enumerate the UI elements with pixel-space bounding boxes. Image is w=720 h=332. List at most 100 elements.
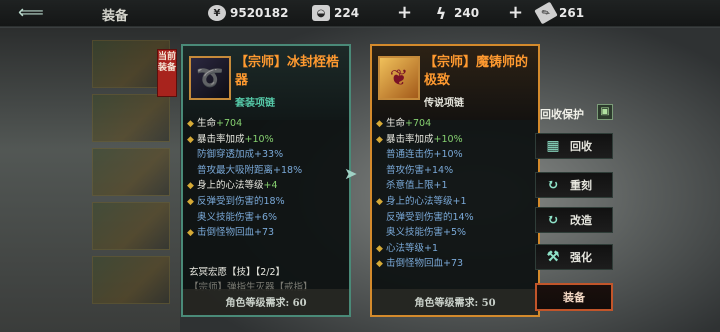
top-bar: ⟸ 装备 ¥ 9520182 ◒ 224 + ϟ 240 + ✎ 261 — [0, 0, 720, 27]
attribute-mark-icon: ◆ — [187, 134, 194, 145]
stat-name: 击倒怪物回血 — [197, 227, 255, 239]
stat-line: ◆ 击倒怪物回血+73 — [187, 225, 347, 241]
stat-name: 生命 — [386, 118, 406, 129]
stat-line: ◆ 身上的心法等级+4 — [187, 178, 347, 194]
equipment-slot[interactable] — [92, 148, 170, 196]
add-energy-button[interactable]: + — [508, 2, 523, 23]
stat-value: +73 — [254, 227, 275, 239]
current-item-card: ➰ 【宗师】冰封桎梏器 套装项链 ◆ 生命+704 ◆ 暴击率加成+10% 防御穿透加成… — [181, 44, 351, 317]
level-requirement: 角色等级需求: 50 — [414, 298, 496, 309]
stat-line: ◆ 暴击率加成+10% — [187, 132, 347, 148]
stat-name: 暴击率加成 — [386, 133, 434, 145]
stat-line: ◆ 身上的心法等级+1 — [376, 194, 536, 210]
stat-name: 身上的心法等级 — [386, 195, 453, 207]
stat-line: 奥义技能伤害+6% — [187, 210, 347, 226]
stat-line: 防御穿透加成+33% — [187, 147, 347, 163]
stat-name: 奥义技能伤害 — [386, 227, 444, 239]
equipment-slot[interactable] — [92, 256, 170, 304]
reforge-button[interactable]: ↻ 重刻 — [535, 172, 613, 198]
refresh-icon: ↻ — [547, 177, 559, 193]
item-stats: ◆ 生命+704 ◆ 暴击率加成+10% 普通连击伤+10% 普攻伤害+14% 杀意值上限+… — [376, 116, 536, 272]
stat-line: ◆ 心法等级+1 — [376, 241, 536, 257]
hammer-icon: ⚒ — [546, 249, 560, 265]
equip-button[interactable]: 装备 — [535, 283, 613, 311]
stat-value: +10% — [433, 149, 463, 161]
attribute-mark-icon: ◆ — [187, 228, 194, 239]
resource-tickets: ✎ 261 — [534, 1, 584, 25]
coin-icon: ¥ — [208, 5, 226, 21]
stat-name: 暴击率加成 — [197, 133, 245, 145]
stat-value: +6% — [254, 211, 278, 223]
stat-value: 14% — [452, 211, 474, 223]
stat-name: 身上的心法等级 — [197, 180, 264, 192]
stat-name: 普攻伤害 — [386, 164, 425, 176]
stat-name: 心法等级 — [386, 242, 425, 254]
resource-ingots: ◒ 224 — [312, 4, 359, 22]
stat-value: +10% — [433, 133, 463, 145]
page-title: 装备 — [102, 9, 129, 24]
recycle-protect-toggle[interactable]: ▣ — [597, 104, 613, 120]
attribute-mark-icon: ◆ — [376, 196, 383, 207]
stat-value: +5% — [443, 227, 467, 239]
stat-name: 防御穿透加成 — [197, 149, 255, 161]
stat-value: +704 — [405, 118, 432, 129]
attribute-mark-icon: ◆ — [187, 181, 194, 192]
item-type: 套装项链 — [235, 98, 275, 109]
stat-line: 普攻最大吸附距离+18% — [187, 163, 347, 179]
attribute-mark-icon: ◆ — [187, 196, 194, 207]
stat-name: 普通连击伤 — [386, 149, 434, 161]
stat-value: +1 — [424, 242, 439, 254]
set-bonus-title: 玄冥宏愿【技】【2/2】 — [189, 267, 286, 278]
refresh-icon: ↻ — [547, 212, 559, 228]
level-requirement: 角色等级需求: 60 — [225, 298, 307, 309]
necklace-icon: ➰ — [189, 56, 231, 100]
stat-name: 击倒怪物回血 — [386, 258, 444, 270]
recycle-icon: ▦ — [546, 138, 560, 154]
back-arrow-icon[interactable]: ⟸ — [18, 3, 62, 23]
refine-button[interactable]: ↻ 改造 — [535, 207, 613, 233]
item-stats: ◆ 生命+704 ◆ 暴击率加成+10% 防御穿透加成+33% 普攻最大吸附距离+18% ◆… — [187, 116, 347, 241]
attribute-mark-icon: ◆ — [187, 119, 194, 129]
stat-line: 杀意值上限+1 — [376, 178, 536, 194]
ticket-icon: ✎ — [534, 1, 558, 25]
stat-name: 杀意值上限 — [386, 180, 434, 192]
energy-icon: ϟ — [435, 3, 447, 23]
stat-name: 普攻最大吸附距离 — [197, 164, 274, 176]
attribute-mark-icon: ◆ — [376, 119, 383, 129]
recycle-button[interactable]: ▦ 回收 — [535, 133, 613, 159]
item-name: 【宗师】冰封桎梏器 — [235, 55, 340, 88]
stat-value: +10% — [244, 133, 274, 145]
stat-value: 18% — [263, 195, 285, 207]
resource-coins: ¥ 9520182 — [208, 4, 288, 22]
stat-line: 普攻伤害+14% — [376, 163, 536, 179]
item-header: ➰ 【宗师】冰封桎梏器 套装项链 — [183, 46, 349, 120]
stat-value: +73 — [443, 258, 464, 270]
stat-value: +4 — [263, 180, 278, 192]
stat-line: 普通连击伤+10% — [376, 147, 536, 163]
stat-line: ◆ 生命+704 — [376, 116, 536, 132]
enhance-button[interactable]: ⚒ 强化 — [535, 244, 613, 270]
stat-line: ◆ 生命+704 — [187, 116, 347, 132]
compare-arrow-icon: ➤ — [344, 164, 358, 183]
stat-value: +1 — [452, 195, 467, 207]
necklace-icon: ❦ — [378, 56, 420, 100]
stat-value: +18% — [273, 164, 303, 176]
stat-value: +33% — [254, 149, 284, 161]
equipment-slot[interactable] — [92, 202, 170, 250]
item-type: 传说项链 — [424, 98, 464, 109]
attribute-mark-icon: ◆ — [376, 243, 383, 254]
stat-name: 反弹受到伤害的 — [386, 211, 453, 223]
item-header: ❦ 【宗师】魔铸师的极致 传说项链 — [372, 46, 538, 120]
stat-line: ◆ 击倒怪物回血+73 — [376, 256, 536, 272]
equipment-slot[interactable] — [92, 94, 170, 142]
stat-name: 反弹受到伤害的 — [197, 195, 264, 207]
stat-line: ◆ 反弹受到伤害的18% — [187, 194, 347, 210]
recycle-protect-label: 回收保护 — [540, 108, 584, 121]
current-equipped-tag: 当前装备 — [157, 49, 177, 97]
add-ingot-button[interactable]: + — [397, 2, 412, 23]
stat-line: 反弹受到伤害的14% — [376, 210, 536, 226]
stat-line: 奥义技能伤害+5% — [376, 225, 536, 241]
stat-value: +14% — [424, 164, 454, 176]
stat-value: +704 — [216, 118, 243, 129]
item-name: 【宗师】魔铸师的极致 — [424, 55, 529, 88]
